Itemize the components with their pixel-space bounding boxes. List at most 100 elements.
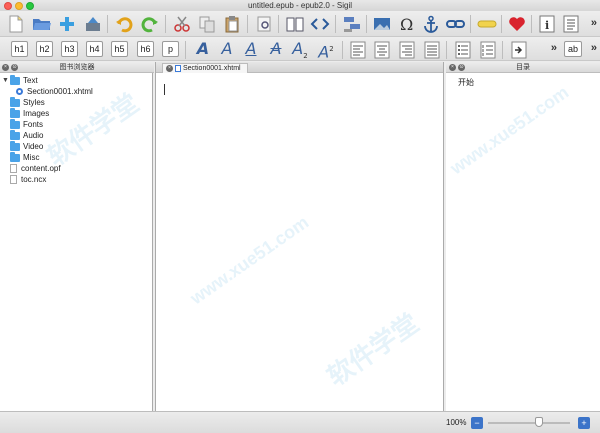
tree-item-styles[interactable]: Styles	[10, 96, 45, 108]
numbered-list-icon[interactable]	[478, 40, 498, 60]
omega-icon[interactable]: Ω	[397, 14, 417, 34]
folder-icon	[10, 96, 20, 107]
align-justify-icon[interactable]	[422, 40, 442, 60]
folder-icon	[10, 140, 20, 151]
heading-h3-button[interactable]: h3	[61, 41, 78, 57]
heading-h2-button[interactable]: h2	[36, 41, 53, 57]
superscript-button[interactable]: A2	[315, 39, 337, 62]
tab-bar: × Section0001.xhtml	[156, 62, 443, 73]
subscript-mark: 2	[303, 52, 308, 61]
indent-icon[interactable]	[509, 40, 529, 60]
add-existing-icon[interactable]	[57, 14, 77, 34]
tree-item-audio[interactable]: Audio	[10, 129, 44, 141]
more-tools-button[interactable]: »	[591, 17, 597, 29]
tree-item-label: Images	[23, 109, 50, 118]
copy-icon[interactable]	[197, 14, 217, 34]
insert-icon[interactable]	[477, 14, 497, 34]
tree-item-misc[interactable]: Misc	[10, 151, 39, 163]
strikethrough-button[interactable]: A	[265, 39, 287, 59]
undo-icon[interactable]	[114, 14, 134, 34]
zoom-out-button[interactable]: −	[471, 417, 483, 429]
align-center-icon[interactable]	[372, 40, 392, 60]
zoom-in-button[interactable]: +	[578, 417, 590, 429]
list-view-icon[interactable]	[561, 14, 581, 34]
subscript-button[interactable]: A2	[289, 39, 311, 61]
new-file-icon[interactable]	[6, 14, 26, 34]
tree-item-section0001[interactable]: Section0001.xhtml	[16, 86, 93, 97]
expand-arrow-icon[interactable]: ▼	[2, 75, 10, 86]
tree-item-text[interactable]: ▼ Text	[2, 74, 38, 86]
file-icon	[10, 175, 17, 184]
bold-button[interactable]: A	[192, 39, 214, 59]
bullet-list-icon[interactable]	[453, 40, 473, 60]
window-title: untitled.epub - epub2.0 - Sigil	[247, 1, 353, 10]
panel-float-icon[interactable]: ⊙	[11, 64, 18, 71]
folder-icon	[10, 74, 20, 85]
svg-text:i: i	[545, 19, 549, 32]
format-toolbar: h1 h2 h3 h4 h5 h6 p A A A A A2 A2 » ab »	[0, 37, 600, 61]
preview-icon[interactable]	[254, 14, 274, 34]
more-format-button-2[interactable]: »	[591, 42, 597, 54]
folder-icon	[10, 118, 20, 129]
toc-title: 目录	[516, 64, 530, 71]
tab-close-icon[interactable]: ×	[166, 65, 173, 72]
find-replace-button[interactable]: ab	[564, 41, 582, 57]
zoom-slider-handle[interactable]	[535, 417, 543, 427]
heading-h1-button[interactable]: h1	[11, 41, 28, 57]
paste-icon[interactable]	[222, 14, 242, 34]
tree-item-content-opf[interactable]: content.opf	[8, 163, 61, 174]
tree-item-images[interactable]: Images	[10, 107, 50, 119]
toc-header: × ⊙ 目录	[446, 62, 600, 73]
heading-h5-button[interactable]: h5	[111, 41, 128, 57]
svg-text:Ω: Ω	[400, 15, 413, 33]
panel-float-icon[interactable]: ⊙	[458, 64, 465, 71]
underline-button[interactable]: A	[240, 39, 262, 59]
folder-icon	[10, 129, 20, 140]
zoom-slider-track[interactable]	[488, 422, 570, 424]
image-icon[interactable]	[372, 14, 392, 34]
code-view-icon[interactable]	[310, 14, 330, 34]
tree-item-fonts[interactable]: Fonts	[10, 118, 43, 130]
save-icon[interactable]	[83, 14, 103, 34]
info-icon[interactable]: i	[537, 14, 557, 34]
split-icon[interactable]	[342, 14, 362, 34]
redo-icon[interactable]	[140, 14, 160, 34]
align-left-icon[interactable]	[348, 40, 368, 60]
status-bar: 100% − +	[0, 411, 600, 433]
tree-item-label: Section0001.xhtml	[27, 87, 93, 96]
heart-icon[interactable]	[507, 14, 527, 34]
toc-entry[interactable]: 开始	[458, 77, 474, 88]
file-icon	[10, 164, 17, 173]
subscript-glyph: A	[292, 39, 304, 58]
window-close-button[interactable]	[4, 2, 12, 10]
tab-section0001[interactable]: × Section0001.xhtml	[162, 63, 248, 73]
zoom-level: 100%	[446, 418, 467, 427]
folder-icon	[10, 151, 20, 162]
link-icon[interactable]	[446, 14, 466, 34]
more-format-button[interactable]: »	[551, 42, 557, 54]
main-toolbar: Ω i »	[0, 11, 600, 37]
heading-h4-button[interactable]: h4	[86, 41, 103, 57]
window-minimize-button[interactable]	[15, 2, 23, 10]
italic-button[interactable]: A	[216, 39, 238, 59]
heading-h6-button[interactable]: h6	[137, 41, 154, 57]
anchor-icon[interactable]	[421, 14, 441, 34]
document-icon	[175, 65, 181, 72]
text-editor[interactable]	[156, 73, 443, 411]
panel-close-icon[interactable]: ×	[2, 64, 9, 71]
tree-item-label: toc.ncx	[21, 175, 47, 184]
window-maximize-button[interactable]	[26, 2, 34, 10]
book-view-icon[interactable]	[285, 14, 305, 34]
open-folder-icon[interactable]	[32, 14, 52, 34]
sigil-window: untitled.epub - epub2.0 - Sigil Ω i » h1…	[0, 0, 600, 433]
align-right-icon[interactable]	[397, 40, 417, 60]
tree-item-toc-ncx[interactable]: toc.ncx	[8, 174, 46, 185]
panel-close-icon[interactable]: ×	[449, 64, 456, 71]
book-browser-title: 图书浏览器	[59, 64, 95, 71]
cut-icon[interactable]	[172, 14, 192, 34]
book-browser-header: × ⊙ 图书浏览器	[0, 62, 154, 73]
tree-item-label: Styles	[23, 98, 45, 107]
superscript-glyph: A	[318, 42, 330, 62]
tree-item-label: Audio	[23, 131, 44, 140]
paragraph-button[interactable]: p	[162, 41, 179, 57]
